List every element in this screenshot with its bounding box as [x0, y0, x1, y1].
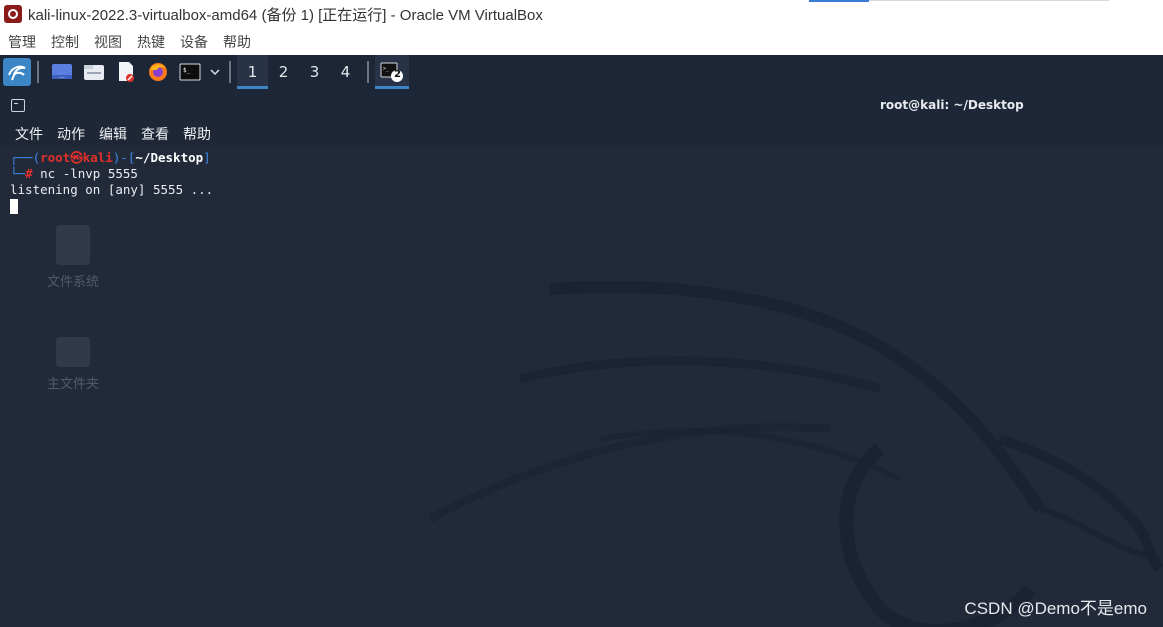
- terminal-titlebar[interactable]: root@kali: ~/Desktop: [0, 89, 1163, 121]
- prompt-path: ~/Desktop: [135, 150, 204, 165]
- svg-text:...: ...: [59, 73, 65, 80]
- watermark: CSDN @Demo不是emo: [964, 599, 1147, 618]
- desktop-icon[interactable]: ...: [47, 57, 77, 87]
- file-manager-icon[interactable]: [79, 57, 109, 87]
- terminal-menu-help[interactable]: 帮助: [183, 124, 211, 144]
- prompt-line-2: └─# nc -lnvp 5555: [10, 166, 213, 182]
- workspace-2[interactable]: 2: [268, 55, 299, 89]
- prompt-user: root: [40, 150, 71, 165]
- terminal-title: root@kali: ~/Desktop: [880, 98, 1024, 112]
- vbox-titlebar: kali-linux-2022.3-virtualbox-amd64 (备份 1…: [0, 0, 1163, 28]
- menu-manage[interactable]: 管理: [8, 32, 36, 52]
- terminal-window[interactable]: root@kali: ~/Desktop 文件 动作 编辑 查看 帮助 ┌──(…: [0, 89, 1163, 627]
- prompt-box-start: ┌──(: [10, 150, 41, 165]
- virtualbox-logo-icon: [4, 5, 22, 23]
- menu-control[interactable]: 控制: [51, 32, 79, 52]
- prompt-end: ]: [203, 150, 211, 165]
- vbox-menubar: 管理 控制 视图 热键 设备 帮助: [0, 28, 1163, 55]
- taskbar-terminal-button[interactable]: >_ 2: [375, 55, 409, 89]
- menu-hotkeys[interactable]: 热键: [137, 32, 165, 52]
- titlebar-divider: [869, 0, 1109, 1]
- prompt-box-end: └─: [10, 166, 26, 181]
- prompt-line-1: ┌──(root㉿kali)-[~/Desktop]: [10, 150, 213, 166]
- workspace-1[interactable]: 1: [237, 55, 268, 89]
- panel-separator: [367, 61, 369, 83]
- terminal-menu-view[interactable]: 查看: [141, 124, 169, 144]
- workspace-3[interactable]: 3: [299, 55, 330, 89]
- kali-menu-icon[interactable]: [3, 58, 31, 86]
- menu-view[interactable]: 视图: [94, 32, 122, 52]
- terminal-icon[interactable]: $_: [175, 57, 205, 87]
- prompt-host: kali: [82, 150, 113, 165]
- vm-screen[interactable]: ... $_ 1 2 3 4 >_ 2 文件系统 主文件夹 root@kali:…: [0, 55, 1163, 627]
- firefox-icon[interactable]: [143, 57, 173, 87]
- titlebar-accent: [809, 0, 869, 2]
- panel-separator: [37, 61, 39, 83]
- window-title: kali-linux-2022.3-virtualbox-amd64 (备份 1…: [28, 6, 543, 24]
- panel-separator: [229, 61, 231, 83]
- terminal-cursor: [10, 199, 18, 214]
- workspace-4[interactable]: 4: [330, 55, 361, 89]
- dropdown-chevron-icon[interactable]: [207, 57, 223, 87]
- svg-text:$_: $_: [183, 67, 191, 74]
- terminal-output-line: listening on [any] 5555 ...: [10, 182, 214, 197]
- terminal-command: nc -lnvp 5555: [40, 166, 138, 181]
- terminal-window-icon: [11, 98, 25, 112]
- terminal-menu-edit[interactable]: 编辑: [99, 124, 127, 144]
- prompt-hash: #: [25, 166, 33, 181]
- svg-text:>_: >_: [383, 66, 390, 72]
- text-editor-icon[interactable]: [111, 57, 141, 87]
- terminal-menu-actions[interactable]: 动作: [57, 124, 85, 144]
- prompt-at: ㉿: [70, 150, 83, 165]
- task-badge-count: 2: [394, 69, 401, 80]
- menu-help[interactable]: 帮助: [223, 32, 251, 52]
- prompt-mid: )-[: [112, 150, 136, 165]
- terminal-output[interactable]: ┌──(root㉿kali)-[~/Desktop] └─# nc -lnvp 5…: [10, 150, 213, 214]
- menu-devices[interactable]: 设备: [180, 32, 208, 52]
- terminal-menu-file[interactable]: 文件: [15, 124, 43, 144]
- cursor-line: [10, 198, 213, 214]
- terminal-menubar: 文件 动作 编辑 查看 帮助: [0, 121, 1163, 147]
- kali-top-panel: ... $_ 1 2 3 4 >_ 2: [0, 55, 1163, 89]
